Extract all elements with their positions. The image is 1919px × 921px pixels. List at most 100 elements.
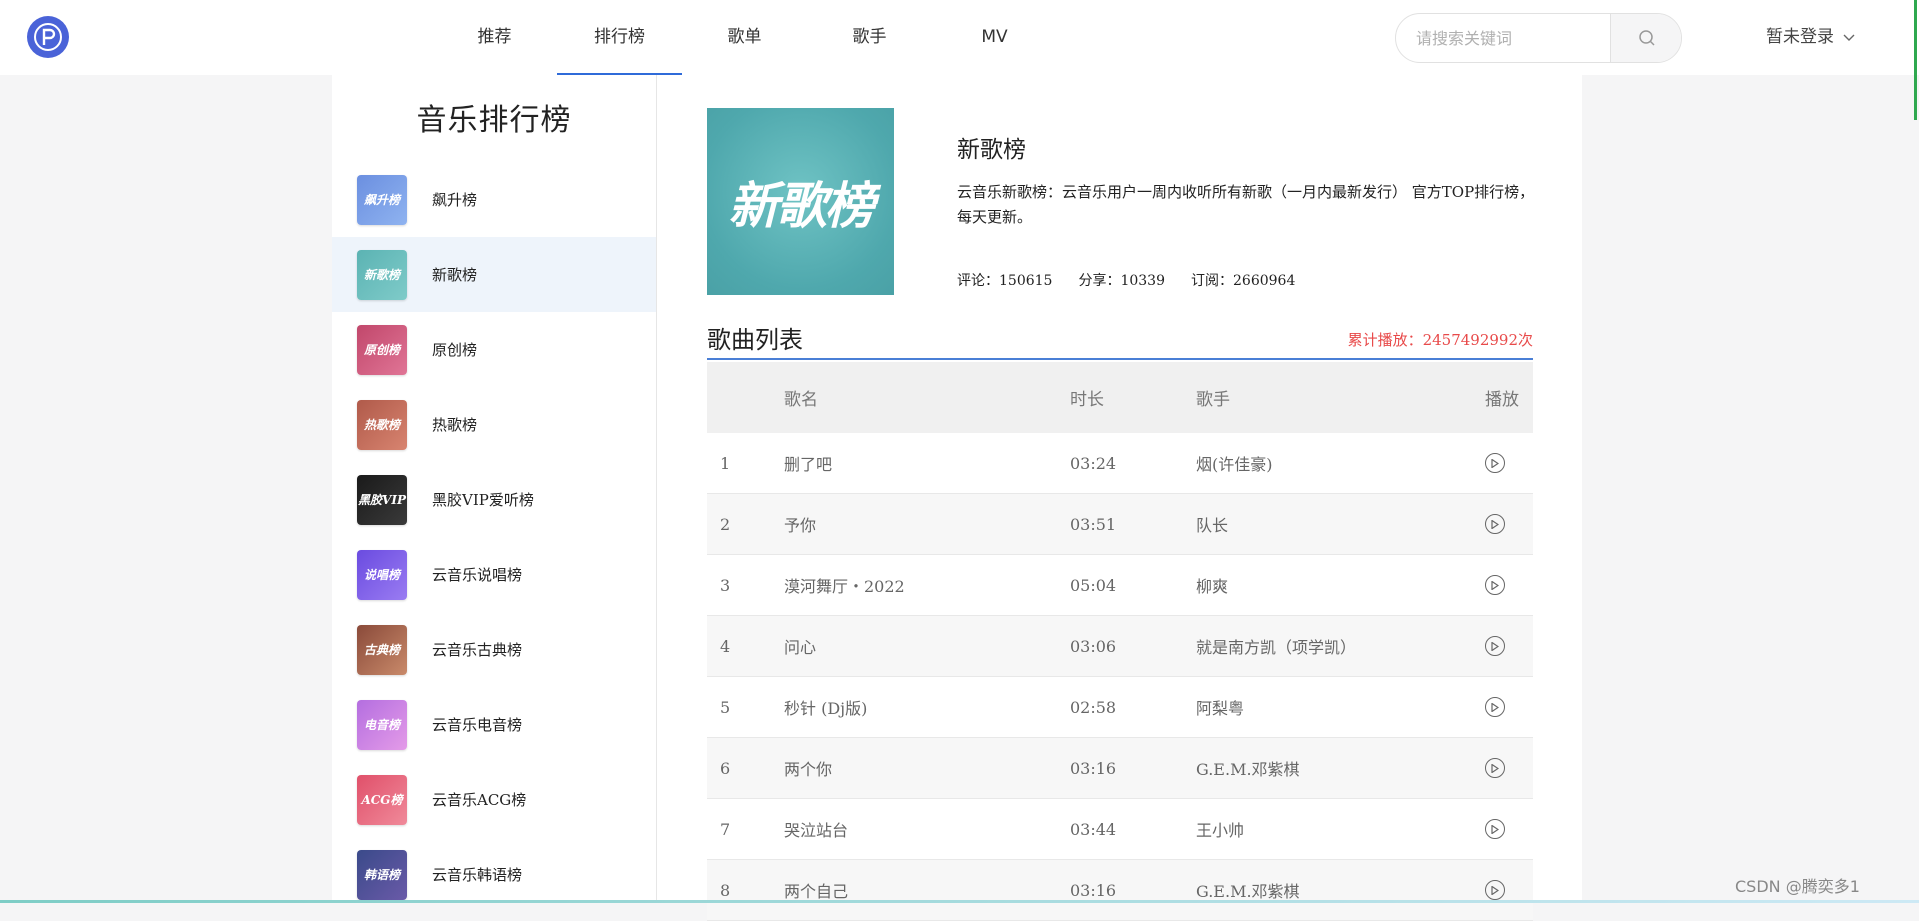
share-count: 分享：10339 (1078, 273, 1165, 289)
scrollbar-indicator[interactable] (1914, 0, 1917, 120)
play-icon (1491, 763, 1499, 773)
song-artist: 王小帅 (1196, 798, 1485, 860)
search-icon (1639, 30, 1655, 46)
song-artist: 阿梨粤 (1196, 676, 1485, 738)
search-input[interactable] (1396, 14, 1610, 62)
table-row[interactable]: 8 两个自己 03:16 G.E.M.邓紫棋 (707, 859, 1533, 921)
col-index-header (707, 362, 784, 433)
song-duration: 05:04 (1070, 554, 1196, 616)
rank-item[interactable]: 新歌榜 新歌榜 (332, 237, 656, 312)
song-play-cell (1485, 554, 1533, 616)
play-icon (1491, 824, 1499, 834)
table-row[interactable]: 3 漠河舞厅・2022 05:04 柳爽 (707, 554, 1533, 616)
song-play-cell (1485, 433, 1533, 494)
sidebar-title: 音乐排行榜 (416, 103, 572, 138)
rank-item[interactable]: 热歌榜 热歌榜 (332, 387, 656, 462)
song-index: 5 (707, 676, 784, 738)
song-artist: 柳爽 (1196, 554, 1485, 616)
table-header-row: 歌名 时长 歌手 播放 (707, 362, 1533, 433)
nav-item-1[interactable]: 排行榜 (557, 0, 682, 75)
rank-thumbnail: 古典榜 (357, 624, 407, 675)
table-row[interactable]: 4 问心 03:06 就是南方凯（项学凯） (707, 615, 1533, 677)
main-nav: 推荐 排行榜 歌单 歌手 MV (432, 0, 1057, 75)
table-row[interactable]: 6 两个你 03:16 G.E.M.邓紫棋 (707, 737, 1533, 799)
rank-item[interactable]: 原创榜 原创榜 (332, 312, 656, 387)
top-header: 推荐排行榜歌单歌手MV 暂未登录 (0, 0, 1919, 120)
play-button[interactable] (1485, 880, 1505, 900)
rank-thumbnail: 电音榜 (357, 699, 407, 750)
rank-name: 飙升榜 (432, 191, 478, 209)
rank-name: 云音乐ACG榜 (432, 791, 527, 809)
play-button[interactable] (1485, 575, 1505, 595)
song-duration: 03:16 (1070, 737, 1196, 799)
play-button[interactable] (1485, 453, 1505, 473)
rank-item[interactable]: 说唱榜 云音乐说唱榜 (332, 537, 656, 612)
play-icon (1491, 641, 1499, 651)
rank-thumbnail: 韩语榜 (357, 849, 407, 900)
song-artist: 就是南方凯（项学凯） (1196, 615, 1485, 677)
nav-item-0[interactable]: 推荐 (432, 0, 557, 75)
song-play-cell (1485, 676, 1533, 738)
song-index: 3 (707, 554, 784, 616)
table-row[interactable]: 1 删了吧 03:24 烟(许佳豪) (707, 433, 1533, 494)
rank-item[interactable]: 电音榜 云音乐电音榜 (332, 687, 656, 762)
app-logo[interactable] (27, 16, 69, 58)
song-name: 秒针 (Dj版) (784, 676, 1070, 738)
song-index: 1 (707, 433, 784, 494)
rank-thumbnail: 新歌榜 (357, 249, 407, 300)
play-icon (1491, 519, 1499, 529)
nav-item-2[interactable]: 歌单 (682, 0, 807, 75)
song-artist: G.E.M.邓紫棋 (1196, 859, 1485, 921)
play-button[interactable] (1485, 819, 1505, 839)
rank-item[interactable]: ACG榜 云音乐ACG榜 (332, 762, 656, 837)
col-artist-header: 歌手 (1196, 362, 1485, 433)
rank-name: 黑胶VIP爱听榜 (432, 491, 534, 509)
song-duration: 03:16 (1070, 859, 1196, 921)
song-duration: 03:44 (1070, 798, 1196, 860)
song-play-cell (1485, 859, 1533, 921)
rank-sidebar: 音乐排行榜 飙升榜 飙升榜 新歌榜 新歌榜 原创榜 原创榜 热歌榜 热歌榜 黑胶VIP 黑胶VIP… (332, 75, 657, 903)
rank-name: 原创榜 (432, 341, 478, 359)
song-table: 歌名 时长 歌手 播放 1 删了吧 03:24 烟(许佳豪) 2 予你 03:51 队长 3 漠河… (707, 362, 1533, 921)
subscribe-count: 订阅：2660964 (1191, 273, 1296, 289)
song-name: 删了吧 (784, 433, 1070, 494)
play-button[interactable] (1485, 697, 1505, 717)
play-icon (1491, 580, 1499, 590)
song-duration: 03:51 (1070, 493, 1196, 555)
rank-list: 飙升榜 飙升榜 新歌榜 新歌榜 原创榜 原创榜 热歌榜 热歌榜黑胶VIP 黑胶VIP爱听榜说唱榜… (332, 162, 656, 912)
song-play-cell (1485, 615, 1533, 677)
board-cover: 新歌榜 (707, 108, 894, 295)
rank-item[interactable]: 飙升榜 飙升榜 (332, 162, 656, 237)
song-index: 4 (707, 615, 784, 677)
rank-thumbnail: 黑胶VIP (357, 474, 407, 525)
play-button[interactable] (1485, 514, 1505, 534)
search-button[interactable] (1610, 14, 1681, 62)
col-duration-header: 时长 (1070, 362, 1196, 433)
board-title: 新歌榜 (957, 137, 1026, 163)
nav-item-4[interactable]: MV (932, 0, 1057, 75)
song-list-header: 歌曲列表 累计播放：2457492992次 (707, 320, 1533, 360)
logo-icon (34, 23, 62, 51)
rank-item[interactable]: 黑胶VIP 黑胶VIP爱听榜 (332, 462, 656, 537)
play-icon (1491, 458, 1499, 468)
song-name: 两个自己 (784, 859, 1070, 921)
rank-thumbnail: ACG榜 (357, 774, 407, 825)
play-icon (1491, 885, 1499, 895)
rank-item[interactable]: 古典榜 云音乐古典榜 (332, 612, 656, 687)
song-index: 8 (707, 859, 784, 921)
rank-name: 云音乐古典榜 (432, 641, 523, 659)
login-menu[interactable]: 暂未登录 (1766, 0, 1856, 75)
rank-name: 热歌榜 (432, 416, 478, 434)
watermark: CSDN @腾奕多1 (1735, 877, 1860, 896)
song-index: 2 (707, 493, 784, 555)
play-button[interactable] (1485, 636, 1505, 656)
song-name: 问心 (784, 615, 1070, 677)
nav-item-3[interactable]: 歌手 (807, 0, 932, 75)
table-row[interactable]: 2 予你 03:51 队长 (707, 493, 1533, 555)
song-artist: 队长 (1196, 493, 1485, 555)
song-index: 7 (707, 798, 784, 860)
rank-name: 云音乐说唱榜 (432, 566, 523, 584)
table-row[interactable]: 5 秒针 (Dj版) 02:58 阿梨粤 (707, 676, 1533, 738)
table-row[interactable]: 7 哭泣站台 03:44 王小帅 (707, 798, 1533, 860)
play-button[interactable] (1485, 758, 1505, 778)
